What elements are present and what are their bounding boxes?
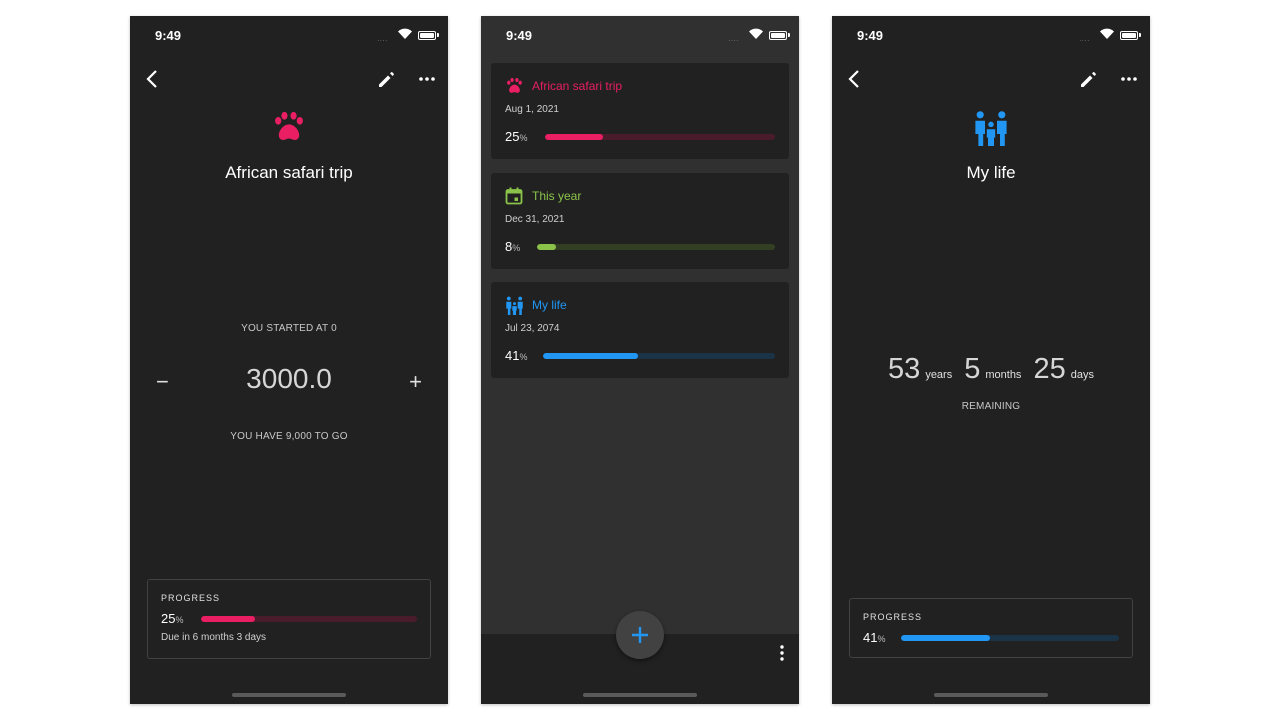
remaining-caption: REMAINING: [961, 401, 1021, 412]
home-indicator: [232, 693, 346, 697]
home-indicator: [934, 693, 1048, 697]
card-percent: 8%: [505, 239, 521, 254]
goal-title: My life: [966, 163, 1016, 182]
home-indicator: [583, 693, 697, 697]
wifi-icon: [1100, 28, 1114, 39]
more-horizontal-icon[interactable]: [1118, 68, 1140, 90]
increment-button[interactable]: +: [409, 369, 422, 395]
family-icon: [506, 296, 523, 315]
status-time: 9:49: [155, 28, 182, 43]
signal-icon: ....: [1079, 37, 1090, 43]
card-progress-fill: [543, 353, 639, 359]
card-title: My life: [532, 298, 567, 312]
wifi-icon: [749, 28, 763, 39]
wifi-icon: [398, 28, 412, 39]
signal-icon: ....: [728, 37, 739, 43]
card-date: Jul 23, 2074: [505, 323, 560, 334]
due-text: Due in 6 months 3 days: [161, 632, 267, 643]
paw-icon: [275, 111, 303, 140]
status-bar: 9:49 ....: [481, 16, 799, 56]
counter-value[interactable]: 3000.0: [130, 363, 448, 395]
card-progress-fill: [545, 134, 603, 140]
family-icon: [975, 111, 1007, 146]
add-goal-button[interactable]: [616, 611, 664, 659]
more-vertical-icon[interactable]: [779, 644, 785, 662]
battery-icon: [418, 31, 436, 40]
card-progress-fill: [537, 244, 557, 250]
more-horizontal-icon[interactable]: [416, 68, 438, 90]
card-date: Dec 31, 2021: [505, 214, 565, 225]
goals-list-screen: 9:49 .... African safari trip Aug 1, 202…: [481, 16, 799, 704]
remaining-time: 53 years 5 months 25 days: [832, 353, 1150, 386]
to-go-caption: YOU HAVE 9,000 TO GO: [230, 431, 348, 442]
signal-icon: ....: [377, 37, 388, 43]
card-percent: 41%: [505, 348, 528, 363]
progress-fill: [201, 616, 255, 622]
back-icon[interactable]: [844, 68, 866, 90]
card-progress-track: [543, 353, 775, 359]
life-detail-screen: 9:49 .... My life 53 years 5 months 25 days R…: [832, 16, 1150, 704]
progress-percent: 25%: [161, 611, 184, 626]
card-progress-track: [545, 134, 775, 140]
status-bar: 9:49 ....: [832, 16, 1150, 56]
progress-label: PROGRESS: [863, 612, 923, 622]
card-date: Aug 1, 2021: [505, 104, 559, 115]
edit-icon[interactable]: [376, 68, 398, 90]
card-title: This year: [532, 189, 582, 203]
battery-tip: [1139, 33, 1141, 37]
back-icon[interactable]: [142, 68, 164, 90]
months-value: 5: [964, 353, 981, 385]
months-unit: months: [985, 369, 1022, 381]
edit-icon[interactable]: [1078, 68, 1100, 90]
safari-detail-screen: 9:49 .... African safari trip YOU STARTE…: [130, 16, 448, 704]
status-bar: 9:49 ....: [130, 16, 448, 56]
goal-title: African safari trip: [225, 163, 353, 182]
progress-fill: [901, 635, 991, 641]
progress-label: PROGRESS: [161, 593, 221, 603]
progress-card: PROGRESS 25% Due in 6 months 3 days: [147, 579, 431, 659]
card-percent: 25%: [505, 129, 528, 144]
battery-icon: [769, 31, 787, 40]
days-value: 25: [1033, 353, 1066, 385]
list-item[interactable]: This year Dec 31, 2021 8%: [491, 173, 789, 269]
status-time: 9:49: [857, 28, 884, 43]
progress-track: [901, 635, 1119, 641]
card-progress-track: [537, 244, 775, 250]
progress-card: PROGRESS 41%: [849, 598, 1133, 658]
progress-percent: 41%: [863, 630, 886, 645]
days-unit: days: [1070, 369, 1094, 381]
calendar-icon: [505, 187, 523, 205]
list-item[interactable]: My life Jul 23, 2074 41%: [491, 282, 789, 378]
years-unit: years: [925, 369, 953, 381]
card-title: African safari trip: [532, 79, 623, 93]
started-caption: YOU STARTED AT 0: [241, 323, 337, 334]
battery-tip: [437, 33, 439, 37]
battery-tip: [788, 33, 790, 37]
battery-icon: [1120, 31, 1138, 40]
paw-icon: [507, 78, 522, 93]
progress-track: [201, 616, 417, 622]
status-time: 9:49: [506, 28, 533, 43]
list-item[interactable]: African safari trip Aug 1, 2021 25%: [491, 63, 789, 159]
years-value: 53: [888, 353, 921, 385]
plus-icon: [632, 627, 648, 643]
